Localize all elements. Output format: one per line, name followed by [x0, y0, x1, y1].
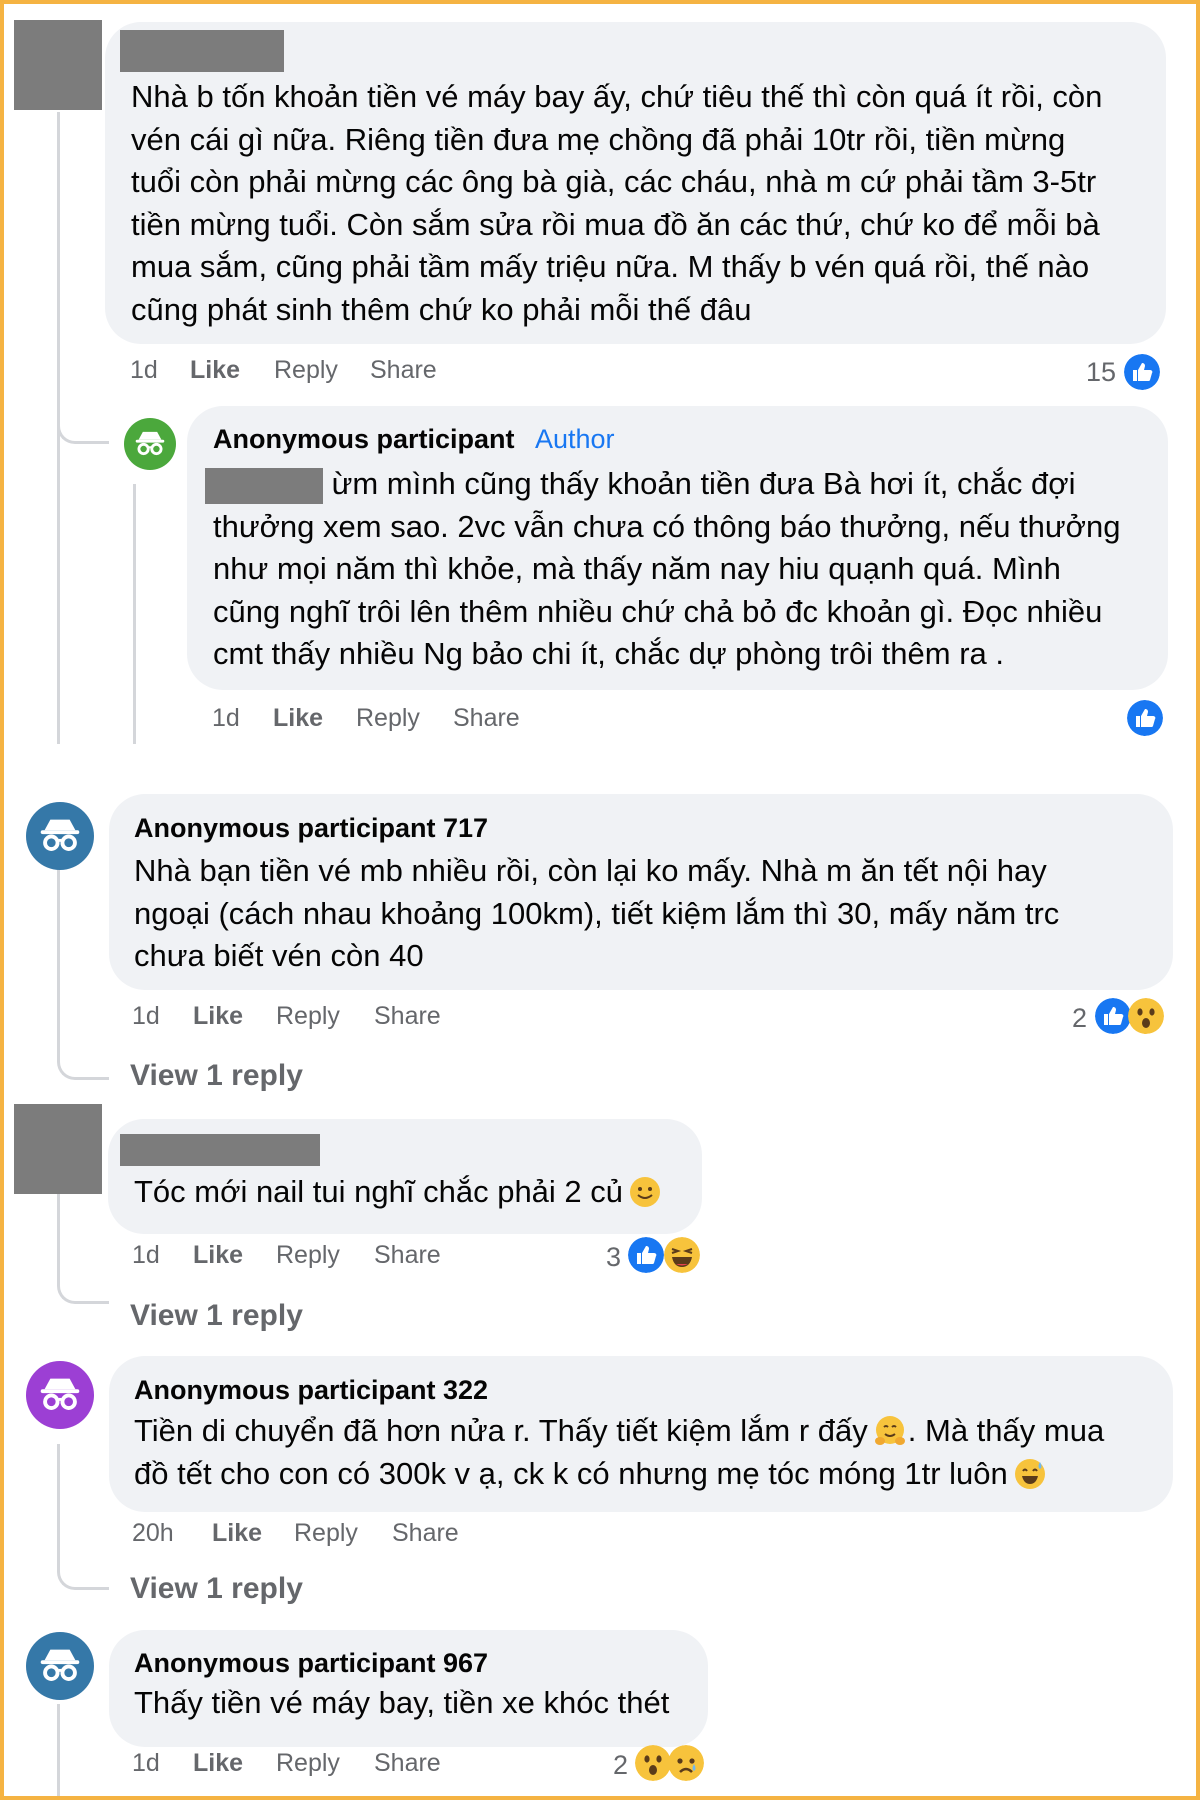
- avatar-redacted[interactable]: [14, 1104, 102, 1194]
- reply-button[interactable]: Reply: [276, 1749, 340, 1778]
- sweat-smile-emoji: [1014, 1458, 1045, 1489]
- comment-timestamp[interactable]: 20h: [132, 1519, 174, 1548]
- thread-connector: [57, 1194, 109, 1304]
- view-replies-link[interactable]: View 1 reply: [130, 1059, 303, 1093]
- redacted-username[interactable]: [120, 30, 284, 72]
- like-button[interactable]: Like: [193, 1241, 243, 1270]
- comment-timestamp[interactable]: 1d: [132, 1749, 160, 1778]
- comment-text: Nhà b tốn khoản tiền vé máy bay ấy, chứ …: [131, 79, 1103, 327]
- comment-timestamp[interactable]: 1d: [132, 1241, 160, 1270]
- incognito-avatar-icon[interactable]: [26, 1361, 94, 1429]
- comment-text: Thấy tiền vé máy bay, tiền xe khóc thét: [134, 1685, 670, 1720]
- reaction-count[interactable]: 2: [1072, 1003, 1087, 1034]
- redacted-username[interactable]: [120, 1134, 320, 1166]
- reaction-count[interactable]: 2: [613, 1750, 628, 1781]
- thread-line: [57, 1704, 60, 1796]
- incognito-avatar-icon[interactable]: [26, 1632, 94, 1700]
- like-button[interactable]: Like: [212, 1519, 262, 1548]
- like-button[interactable]: Like: [190, 356, 240, 385]
- reply-button[interactable]: Reply: [274, 356, 338, 385]
- comment-thread: Nhà b tốn khoản tiền vé máy bay ấy, chứ …: [0, 0, 1200, 1800]
- reaction-count[interactable]: 3: [606, 1242, 621, 1273]
- share-button[interactable]: Share: [453, 704, 520, 733]
- thread-line: [57, 444, 60, 744]
- reaction-count[interactable]: 15: [1086, 357, 1116, 388]
- reply-button[interactable]: Reply: [294, 1519, 358, 1548]
- comment-timestamp[interactable]: 1d: [130, 356, 158, 385]
- commenter-name[interactable]: Anonymous participant 322: [134, 1375, 488, 1406]
- redacted-mention[interactable]: [205, 467, 323, 504]
- incognito-avatar-icon[interactable]: [124, 418, 176, 470]
- comment-text: ừm mình cũng thấy khoản tiền đưa Bà hơi …: [205, 463, 1120, 676]
- share-button[interactable]: Share: [374, 1749, 441, 1778]
- comment-timestamp[interactable]: 1d: [212, 704, 240, 733]
- comment-text: Tóc mới nail tui nghĩ chắc phải 2 củ: [134, 1171, 663, 1214]
- reply-button[interactable]: Reply: [356, 704, 420, 733]
- thread-line: [133, 484, 136, 744]
- like-button[interactable]: Like: [193, 1002, 243, 1031]
- commenter-name[interactable]: Anonymous participant: [213, 424, 515, 455]
- commenter-name[interactable]: Anonymous participant 967: [134, 1648, 488, 1679]
- comment-text: Tiền di chuyển đã hơn nửa r. Thấy tiết k…: [134, 1413, 1105, 1491]
- haha-reaction-icon: [664, 1237, 700, 1273]
- smile-emoji: [630, 1177, 661, 1207]
- hugging-emoji: [874, 1416, 905, 1445]
- share-button[interactable]: Share: [392, 1519, 459, 1548]
- wow-reaction-icon: [1128, 998, 1164, 1034]
- share-button[interactable]: Share: [370, 356, 437, 385]
- commenter-name[interactable]: Anonymous participant 717: [134, 813, 488, 844]
- share-button[interactable]: Share: [374, 1241, 441, 1270]
- author-badge: Author: [535, 424, 615, 454]
- like-reaction-icon: [1127, 700, 1163, 736]
- reply-button[interactable]: Reply: [276, 1002, 340, 1031]
- view-replies-link[interactable]: View 1 reply: [130, 1572, 303, 1606]
- comment-text: Nhà bạn tiền vé mb nhiều rồi, còn lại ko…: [134, 853, 1060, 973]
- view-replies-link[interactable]: View 1 reply: [130, 1299, 303, 1333]
- thread-connector: [57, 1444, 109, 1590]
- like-reaction-icon: [628, 1237, 664, 1273]
- like-button[interactable]: Like: [193, 1749, 243, 1778]
- incognito-avatar-icon[interactable]: [26, 802, 94, 870]
- share-button[interactable]: Share: [374, 1002, 441, 1031]
- thread-connector: [57, 964, 109, 1080]
- like-reaction-icon: [1095, 998, 1131, 1034]
- like-reaction-icon: [1124, 354, 1160, 390]
- avatar-redacted[interactable]: [14, 20, 102, 110]
- reply-button[interactable]: Reply: [276, 1241, 340, 1270]
- like-button[interactable]: Like: [273, 704, 323, 733]
- thread-connector: [57, 384, 109, 444]
- comment-timestamp[interactable]: 1d: [132, 1002, 160, 1031]
- wow-reaction-icon: [635, 1745, 671, 1781]
- sad-reaction-icon: [668, 1745, 704, 1781]
